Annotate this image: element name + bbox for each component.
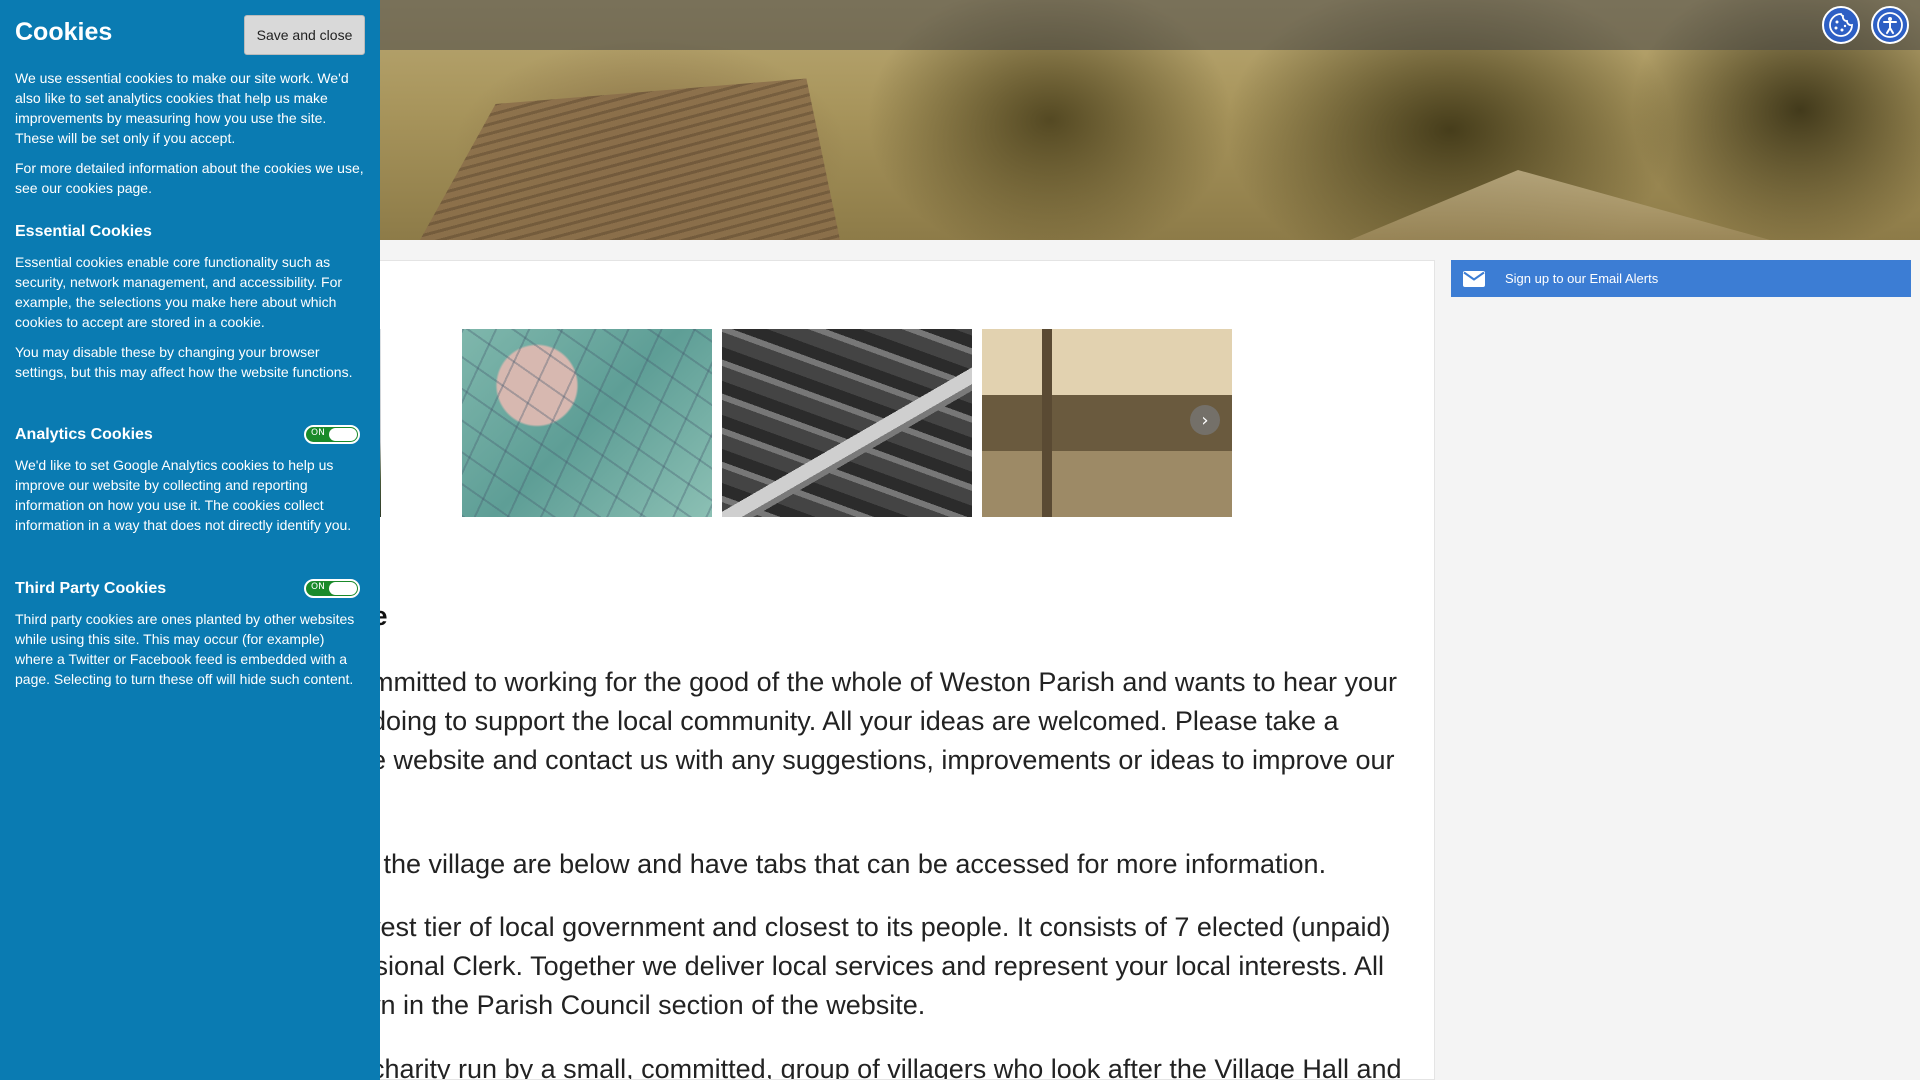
third-party-cookies-heading: Third Party Cookies [15,580,167,597]
intro-paragraph: mmitted to working for the good of the w… [371,667,1398,775]
cookie-more-info-text: For more detailed information about the … [15,160,364,196]
analytics-cookies-toggle[interactable]: ON [304,425,360,444]
cookie-panel-title: Cookies [15,18,113,46]
accessibility-button[interactable] [1871,6,1909,44]
third-party-cookies-toggle[interactable]: ON [304,579,360,598]
gallery-image-map[interactable] [462,329,712,517]
analytics-cookies-heading: Analytics Cookies [15,426,153,443]
third-party-cookies-text: Third party cookies are ones planted by … [15,611,355,687]
toggle-state-label: ON [311,428,325,438]
parish-council-paragraph: west tier of local government and closes… [361,912,1391,1020]
hero-roof-shape [1350,170,1770,240]
chevron-right-icon: › [1201,409,1209,431]
cookie-settings-icon [1829,13,1853,37]
essential-cookies-text-2: You may disable these by changing your b… [15,344,353,380]
essential-cookies-heading: Essential Cookies [15,223,152,240]
email-alerts-label: Sign up to our Email Alerts [1505,271,1659,286]
gallery-next-button[interactable]: › [1190,405,1220,435]
accessibility-icon [1877,12,1903,38]
cookie-intro-text: We use essential cookies to make our sit… [15,70,349,146]
toggle-knob [329,582,357,595]
mail-icon [1463,270,1485,287]
page-heading: site [341,601,1434,632]
toggle-state-label: ON [311,582,325,592]
cookie-settings-button[interactable] [1822,6,1860,44]
cookie-panel: Cookies Save and close We use essential … [0,0,380,1080]
gallery-image-aerial[interactable] [722,329,972,517]
analytics-cookies-text: We'd like to set Google Analytics cookie… [15,457,352,533]
gallery-image-village[interactable]: › [982,329,1232,517]
info-paragraph: n the village are below and have tabs th… [361,849,1327,879]
save-and-close-button[interactable]: Save and close [244,15,365,55]
village-hall-paragraph: charity run by a small, committed, group… [371,1054,1402,1080]
essential-cookies-text: Essential cookies enable core functional… [15,254,343,330]
hero-roof-shape [420,78,840,240]
email-alerts-button[interactable]: Sign up to our Email Alerts [1451,260,1911,297]
toggle-knob [329,428,357,441]
